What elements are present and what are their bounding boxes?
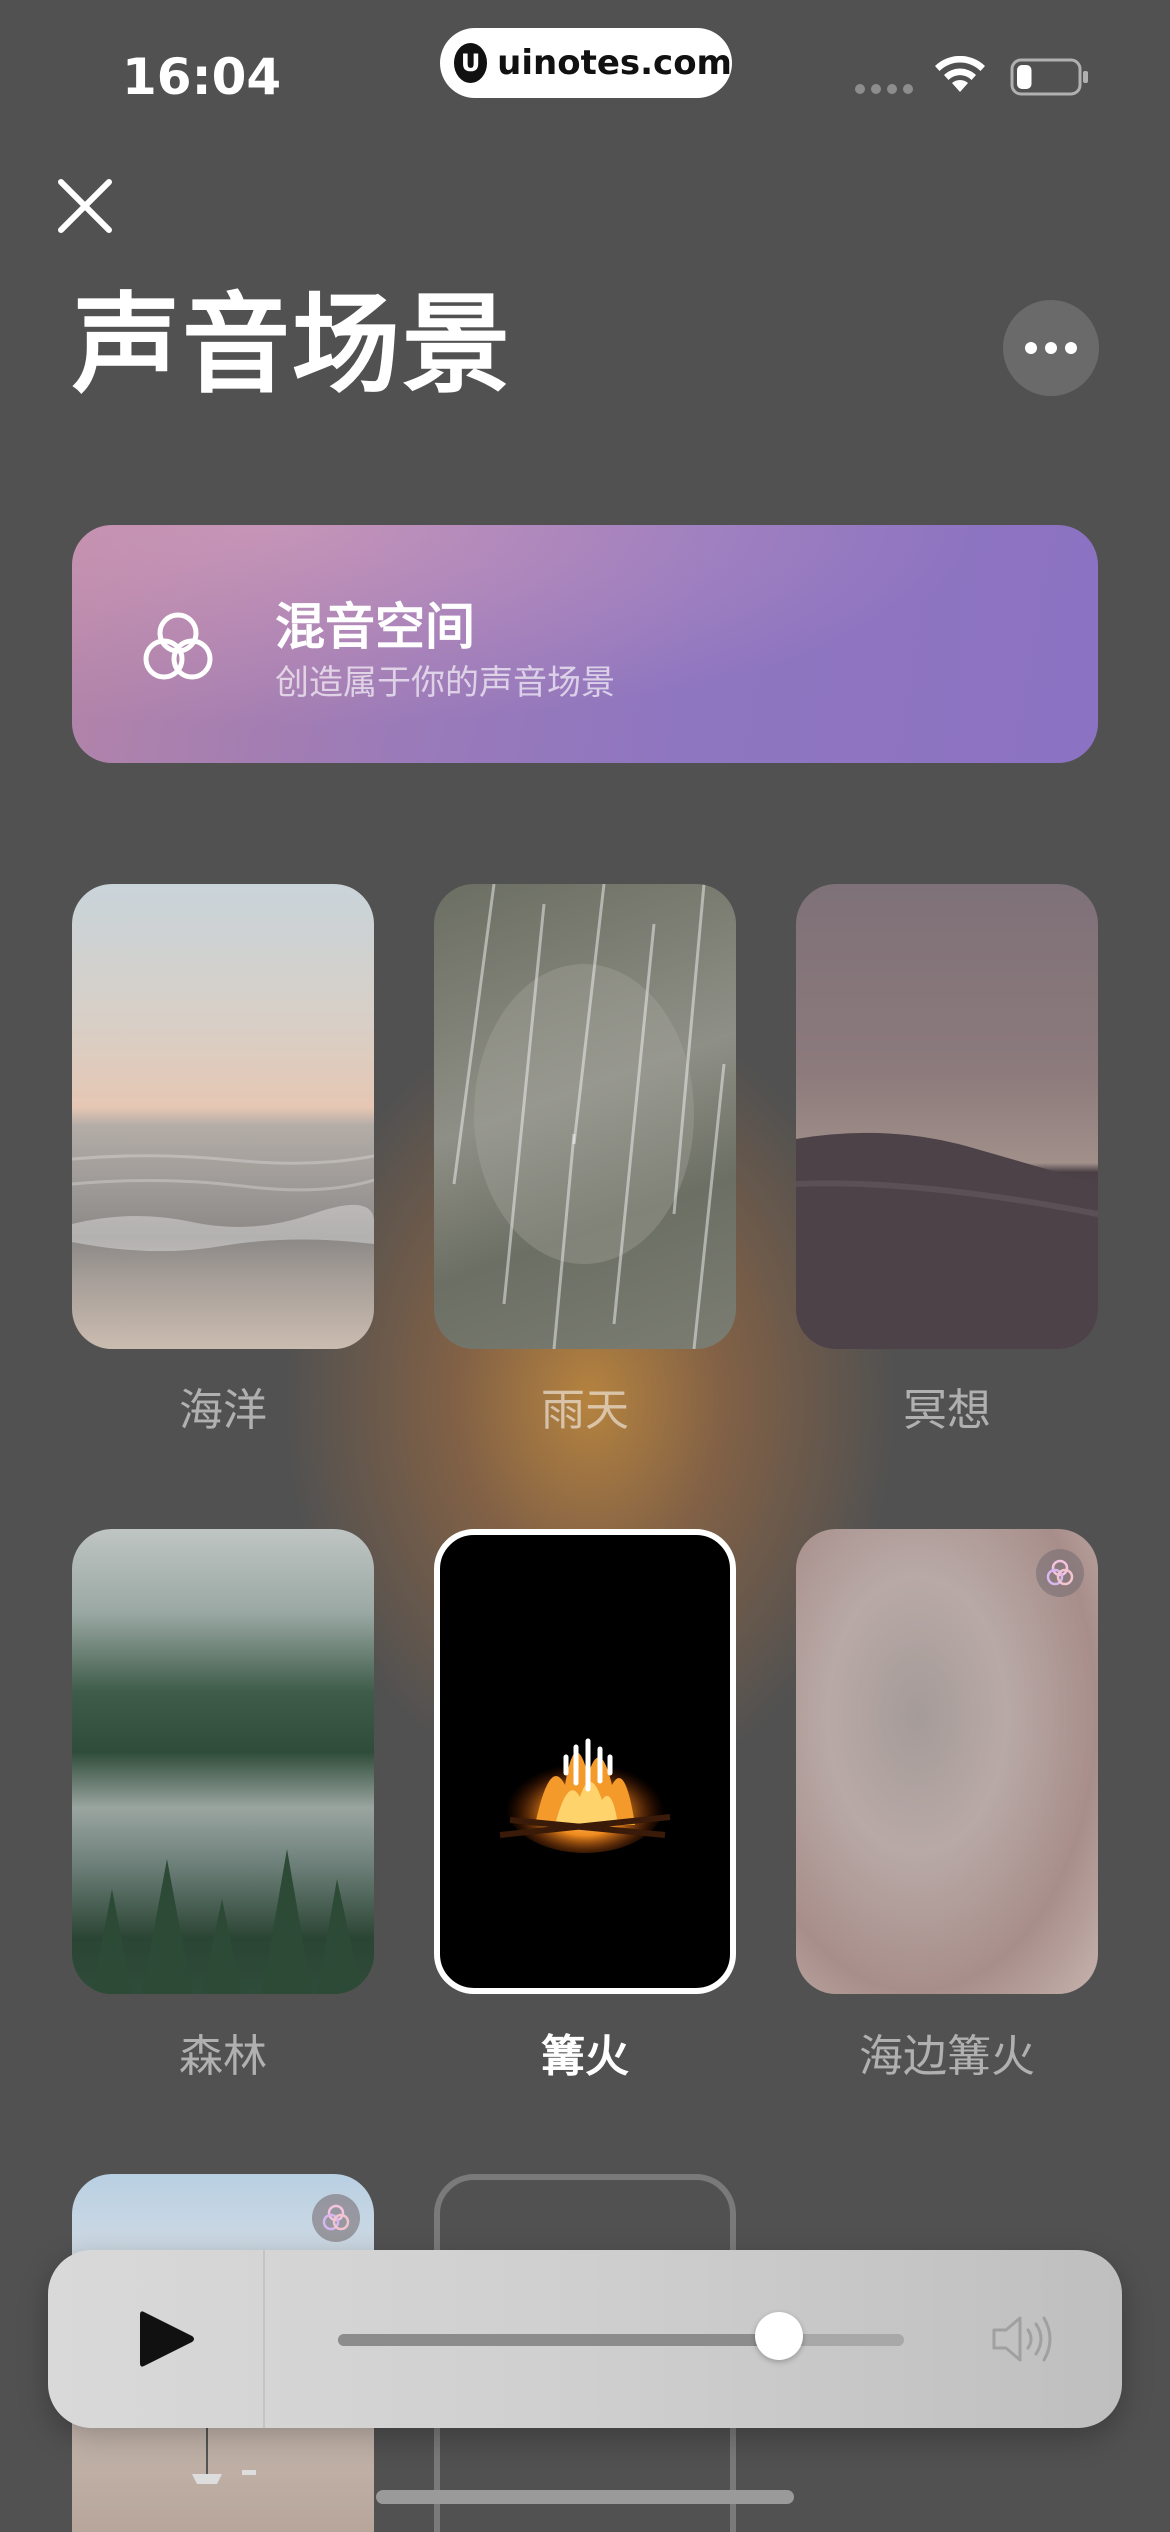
play-icon[interactable] xyxy=(132,2306,202,2372)
status-time: 16:04 xyxy=(122,48,282,106)
scene-tile-rain[interactable] xyxy=(434,884,736,1349)
player-divider xyxy=(263,2250,265,2428)
volume-slider-knob[interactable] xyxy=(755,2312,804,2360)
scene-label-rain: 雨天 xyxy=(541,1385,629,1436)
mix-space-subtitle: 创造属于你的声音场景 xyxy=(275,663,615,703)
mix-space-banner[interactable]: 混音空间 创造属于你的声音场景 xyxy=(72,525,1098,763)
mix-badge-icon xyxy=(1036,1549,1084,1597)
now-playing-waveform-icon xyxy=(563,1738,613,1792)
page-title: 声音场景 xyxy=(72,283,513,408)
scene-tile-seaside-campfire[interactable] xyxy=(796,1529,1098,1994)
battery-icon xyxy=(1010,58,1088,96)
scene-label-campfire: 篝火 xyxy=(541,2031,629,2082)
scene-label-forest: 森林 xyxy=(179,2031,267,2082)
mix-space-title: 混音空间 xyxy=(275,598,475,656)
volume-slider[interactable] xyxy=(338,2334,904,2346)
watermark-logo-icon: U xyxy=(454,43,488,83)
scene-tile-campfire[interactable] xyxy=(434,1529,736,1994)
wifi-icon xyxy=(935,56,985,92)
scene-tile-meditation[interactable] xyxy=(796,884,1098,1349)
ocean-waves-image xyxy=(72,1154,374,1252)
dune-image xyxy=(796,1132,1098,1349)
scene-label-meditation: 冥想 xyxy=(903,1385,991,1436)
audio-player-bar xyxy=(48,2250,1122,2428)
scene-label-ocean: 海洋 xyxy=(179,1385,267,1436)
more-dot xyxy=(1045,342,1057,354)
scene-tile-ocean[interactable] xyxy=(72,884,374,1349)
watermark-text: uinotes.com xyxy=(497,43,732,83)
watermark-badge: U uinotes.com xyxy=(440,28,732,98)
status-bar: 16:04 U uinotes.com xyxy=(0,0,1170,140)
forest-image xyxy=(92,1849,362,1994)
volume-fill xyxy=(338,2334,780,2346)
more-dot xyxy=(1025,342,1037,354)
close-icon[interactable] xyxy=(55,176,115,236)
speaker-icon[interactable] xyxy=(988,2310,1054,2368)
cellular-signal-icon xyxy=(855,84,913,94)
more-dot xyxy=(1065,342,1077,354)
rain-streaks-image xyxy=(452,884,726,1349)
scene-tile-forest[interactable] xyxy=(72,1529,374,1994)
scene-label-seaside-campfire: 海边篝火 xyxy=(859,2031,1035,2082)
home-indicator xyxy=(376,2490,794,2504)
mix-circles-icon xyxy=(143,612,213,680)
more-button[interactable] xyxy=(1003,300,1099,396)
